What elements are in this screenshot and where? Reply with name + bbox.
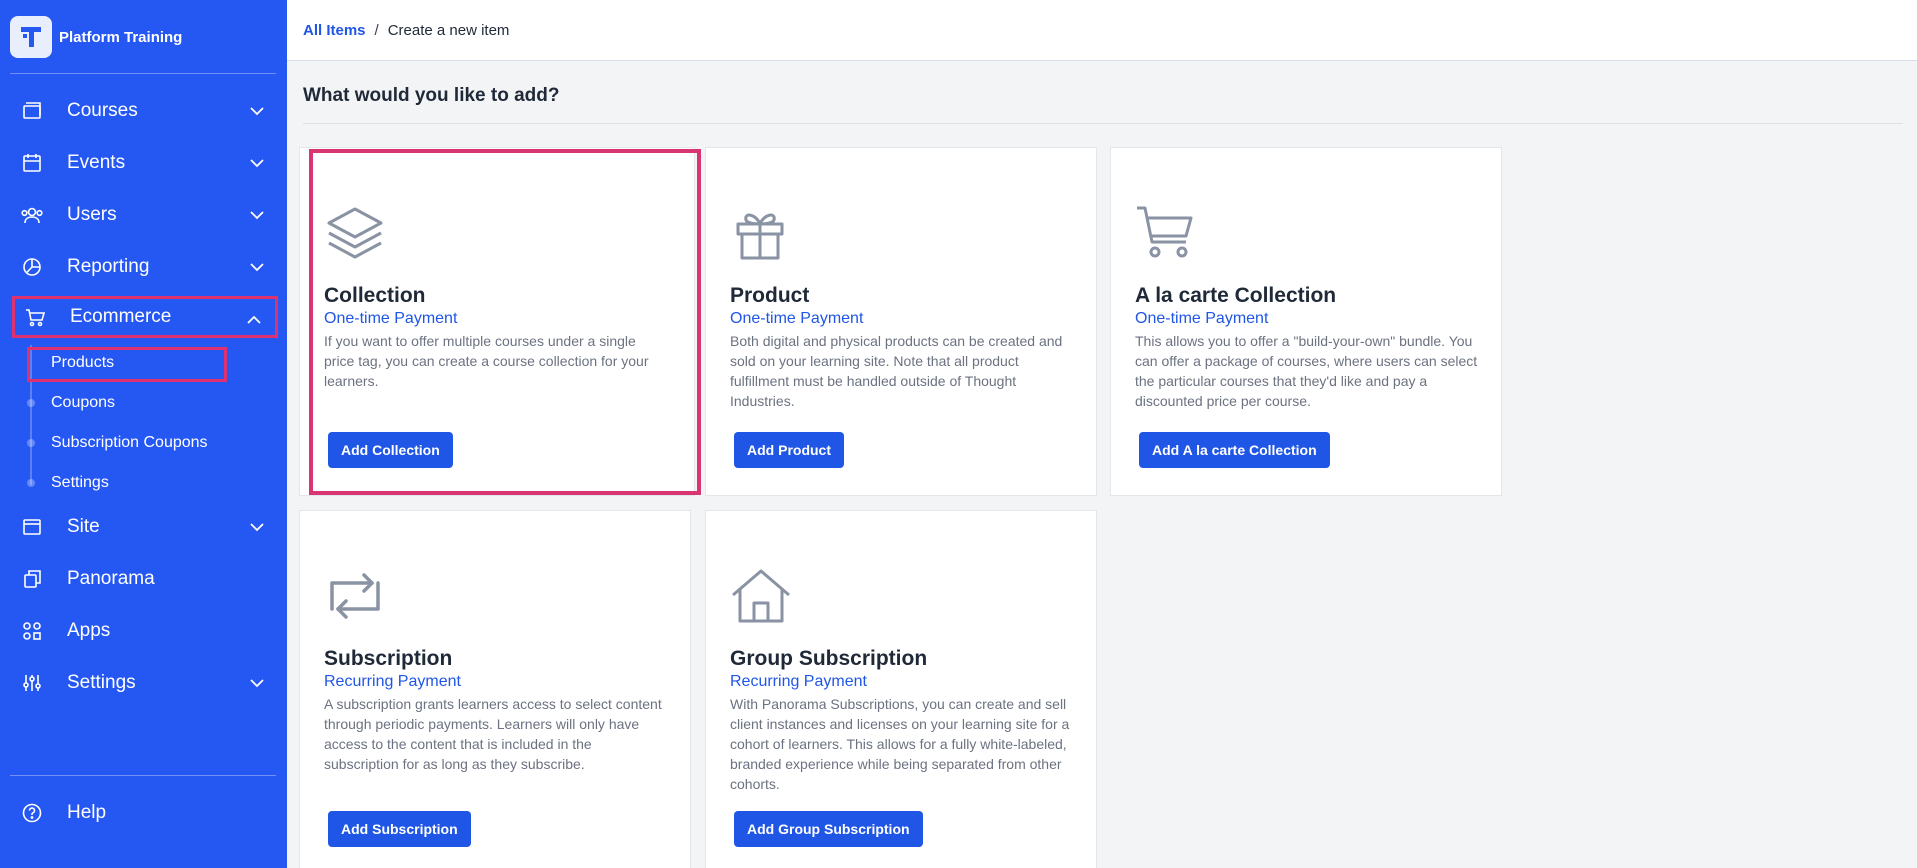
card-title: Collection [324,284,426,307]
brand-logo-icon [10,16,52,58]
card-subtitle: One-time Payment [324,310,458,327]
sidebar-item-label: Reporting [67,256,150,277]
sidebar-item-label: Panorama [67,568,155,589]
repeat-icon [330,573,380,619]
pie-chart-icon [20,255,44,279]
add-group-subscription-button[interactable]: Add Group Subscription [734,811,923,847]
submenu-item-products[interactable]: Products [51,354,114,372]
chevron-up-icon [247,315,261,324]
brand[interactable]: Platform Training [10,16,182,58]
sidebar-item-ecommerce[interactable]: Ecommerce [12,296,278,338]
sidebar-item-events[interactable]: Events [12,142,278,184]
submenu-item-subscription-coupons[interactable]: Subscription Coupons [51,434,208,452]
breadcrumb: All Items / Create a new item [287,0,1917,61]
card-subtitle: One-time Payment [730,310,864,327]
card-collection: Collection One-time Payment If you want … [299,147,695,496]
sidebar-item-label: Users [67,204,117,225]
card-title: Product [730,284,810,307]
chevron-down-icon [250,679,264,688]
add-product-button[interactable]: Add Product [734,432,844,468]
users-icon [20,203,44,227]
calendar-icon [20,151,44,175]
card-title: Subscription [324,647,453,670]
card-description: This allows you to offer a "build-your-o… [1135,333,1478,409]
sliders-icon [20,671,44,695]
card-subtitle: Recurring Payment [324,673,461,690]
sidebar-item-help[interactable]: Help [12,792,278,834]
breadcrumb-separator: / [374,21,379,39]
chevron-down-icon [250,159,264,168]
card-description: Both digital and physical products can b… [730,333,1063,409]
breadcrumb-link-all-items[interactable]: All Items [303,22,366,39]
submenu-dot [27,399,35,407]
page-title: What would you like to add? [303,85,560,106]
cart-icon [23,305,47,329]
sidebar-item-settings[interactable]: Settings [12,662,278,704]
sidebar-item-site[interactable]: Site [12,506,278,548]
layers-icon [327,207,383,259]
help-icon [20,801,44,825]
sidebar: Platform Training Courses Events Users R… [0,0,287,868]
divider [10,73,276,74]
card-description: If you want to offer multiple courses un… [324,333,649,389]
courses-icon [20,99,44,123]
divider [303,123,1903,124]
chevron-down-icon [250,211,264,220]
sidebar-item-courses[interactable]: Courses [12,90,278,132]
sidebar-item-apps[interactable]: Apps [12,610,278,652]
breadcrumb-current: Create a new item [387,21,510,39]
sidebar-item-reporting[interactable]: Reporting [12,246,278,288]
add-collection-button[interactable]: Add Collection [328,432,453,468]
home-icon [732,569,790,623]
card-description: A subscription grants learners access to… [324,696,662,772]
card-a-la-carte-collection: A la carte Collection One-time Payment T… [1110,147,1502,496]
sidebar-item-label: Apps [67,620,111,641]
brand-name: Platform Training [59,28,183,46]
submenu-dot [27,439,35,447]
card-subscription: Subscription Recurring Payment A subscri… [299,510,691,868]
sidebar-item-label: Site [67,516,100,537]
submenu-item-coupons[interactable]: Coupons [51,394,115,412]
card-description: With Panorama Subscriptions, you can cre… [730,696,1070,792]
chevron-down-icon [250,523,264,532]
sidebar-item-label: Ecommerce [70,306,172,327]
card-subtitle: Recurring Payment [730,673,867,690]
apps-icon [20,619,44,643]
sidebar-item-label: Settings [67,672,136,693]
sidebar-item-users[interactable]: Users [12,194,278,236]
shopping-cart-icon [1137,206,1193,258]
chevron-down-icon [250,107,264,116]
divider [10,775,276,776]
card-product: Product One-time Payment Both digital an… [705,147,1097,496]
submenu-item-settings[interactable]: Settings [51,474,109,492]
add-a-la-carte-collection-button[interactable]: Add A la carte Collection [1139,432,1330,468]
chevron-down-icon [250,263,264,272]
sidebar-item-label: Courses [67,100,138,121]
card-group-subscription: Group Subscription Recurring Payment Wit… [705,510,1097,868]
card-subtitle: One-time Payment [1135,310,1269,327]
card-title: A la carte Collection [1135,284,1337,307]
submenu-dot [27,479,35,487]
add-subscription-button[interactable]: Add Subscription [328,811,471,847]
sidebar-item-label: Events [67,152,126,173]
sidebar-item-label: Help [67,802,107,823]
copy-icon [20,567,44,591]
card-title: Group Subscription [730,647,928,670]
gift-icon [736,213,784,260]
browser-icon [20,515,44,539]
sidebar-item-panorama[interactable]: Panorama [12,558,278,600]
